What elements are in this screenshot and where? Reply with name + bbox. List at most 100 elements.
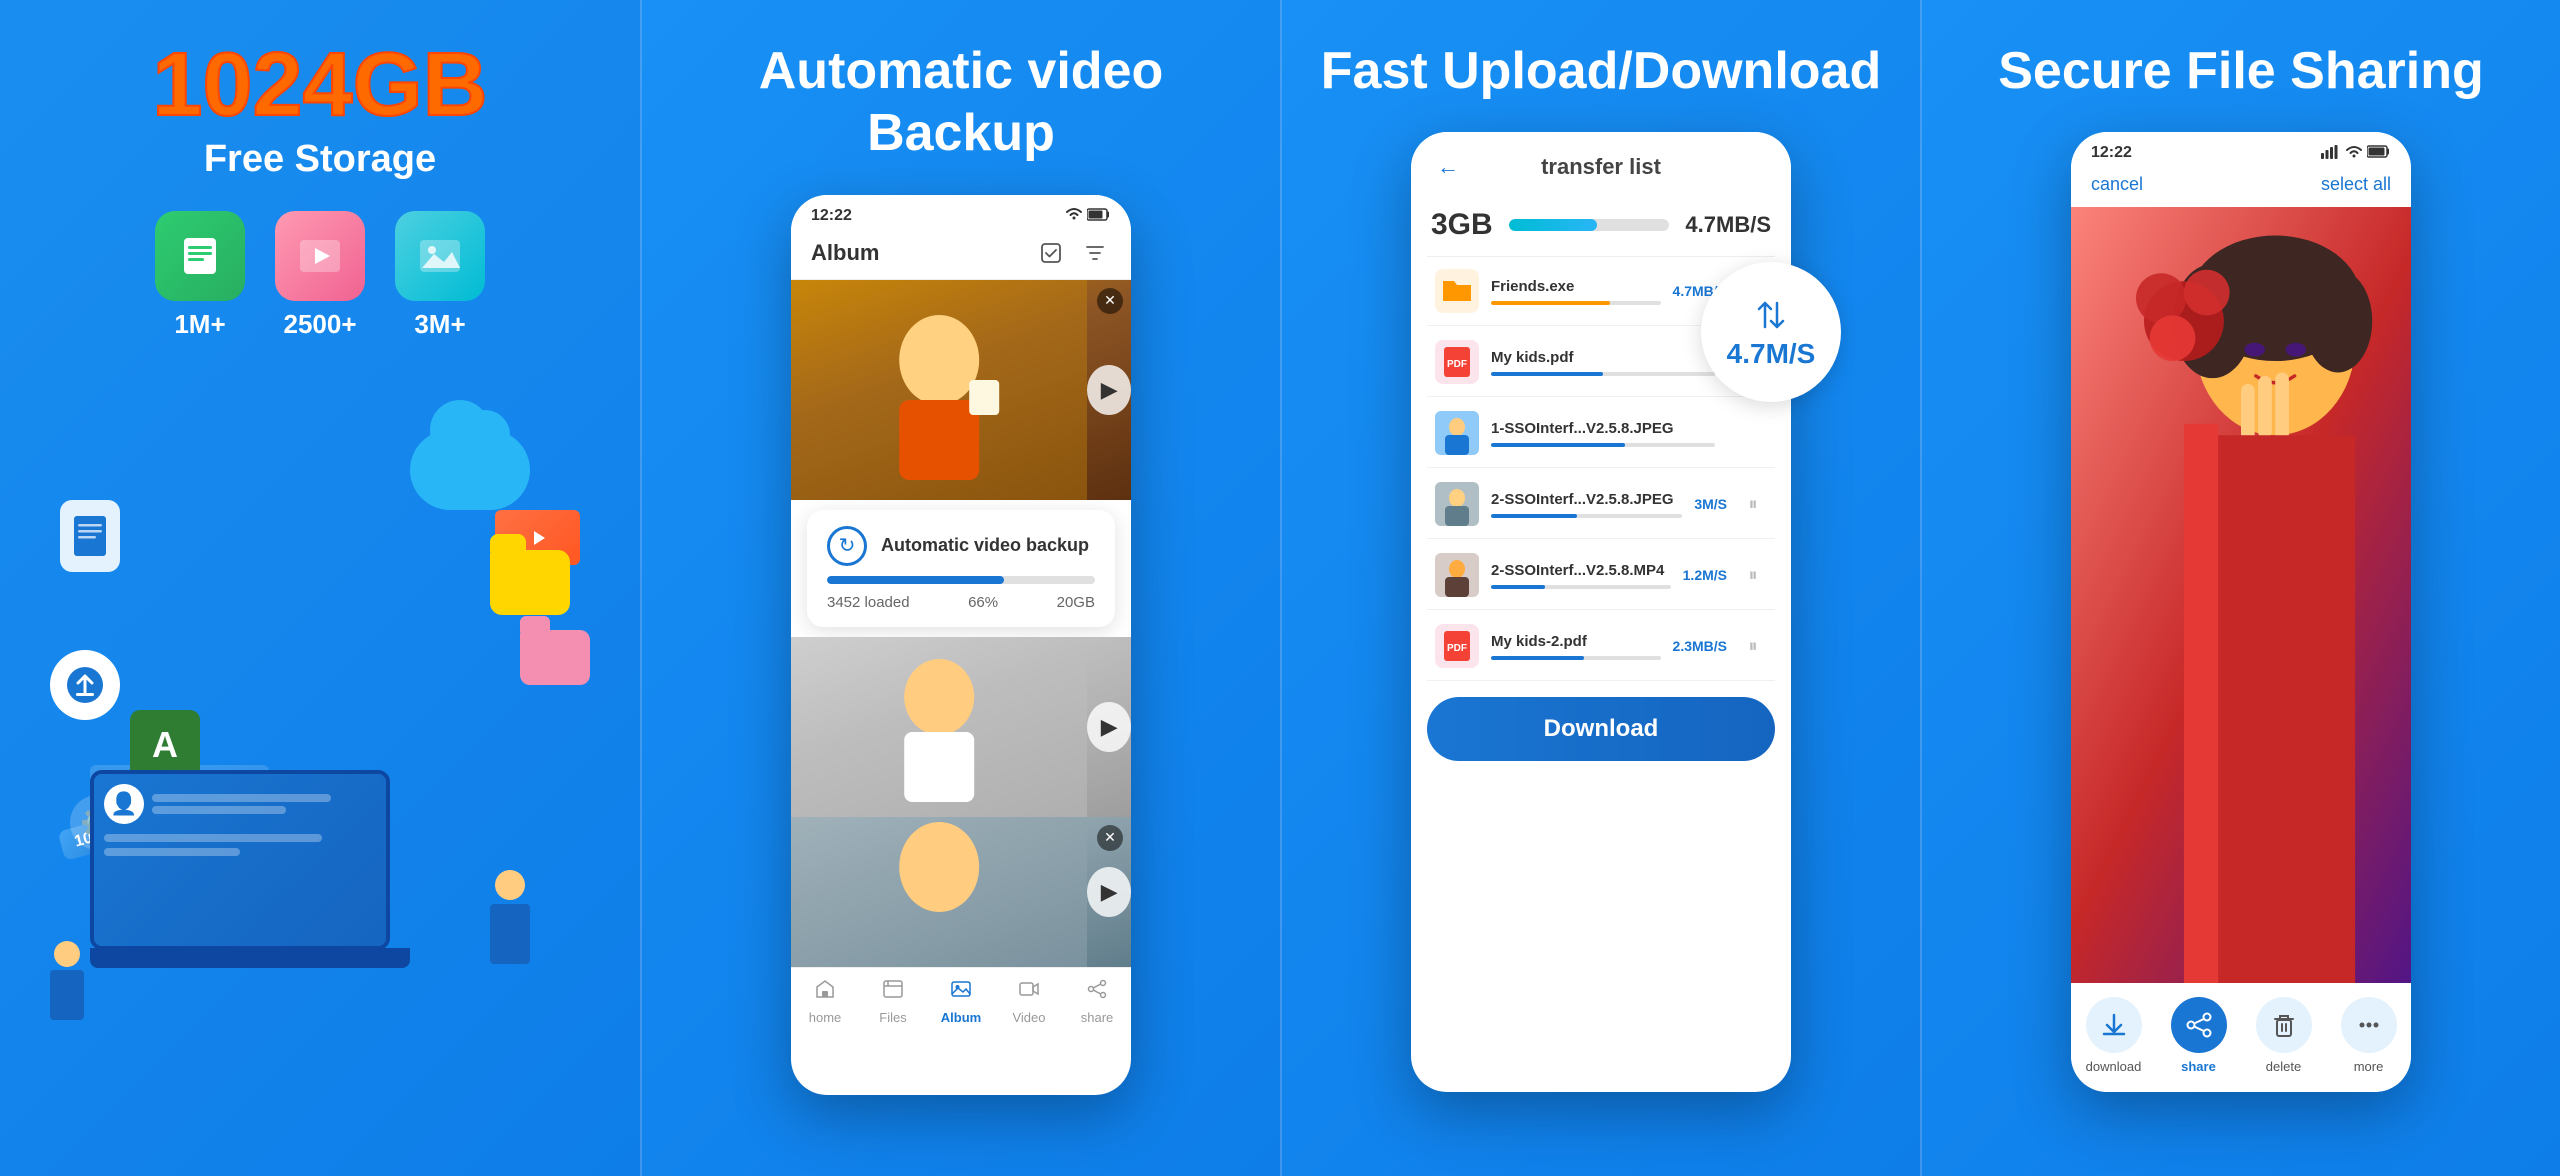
storage-illustration: 1024GB High speed download A ⚙️ 👤: [30, 350, 610, 1050]
cancel-button[interactable]: cancel: [2091, 174, 2143, 195]
album-top-icons: [1035, 237, 1111, 269]
backup-popup: ↻ Automatic video backup 3452 loaded 66%…: [807, 510, 1115, 627]
video-play-btn-1[interactable]: ▶: [1087, 365, 1131, 415]
icon-item-documents: 1M+: [155, 211, 245, 340]
delete-action-icon[interactable]: [2256, 997, 2312, 1053]
video-play-btn-2[interactable]: ▶: [1087, 702, 1131, 752]
transfer-file-item-3[interactable]: 1-SSOInterf...V2.5.8.JPEG: [1427, 399, 1775, 468]
transfer-file-item-4[interactable]: 2-SSOInterf...V2.5.8.JPEG 3M/S ⏸: [1427, 470, 1775, 539]
sharing-action-download[interactable]: download: [2086, 997, 2142, 1074]
laptop-screen-content: 👤: [94, 774, 386, 946]
download-action-icon[interactable]: [2086, 997, 2142, 1053]
file-progress-fill-5: [1491, 585, 1545, 589]
backup-refresh-icon: ↻: [827, 526, 867, 566]
file-progress-4: [1491, 514, 1682, 518]
home-nav-icon: [814, 978, 836, 1006]
file-progress-fill-1: [1491, 301, 1610, 305]
file-pause-btn-4[interactable]: ⏸: [1739, 490, 1767, 518]
laptop-illustration: 👤: [90, 770, 440, 990]
file-info-5: 2-SSOInterf...V2.5.8.MP4: [1491, 562, 1671, 589]
nav-home-label: home: [809, 1010, 842, 1025]
laptop-base: [90, 948, 410, 968]
file-info-1: Friends.exe: [1491, 278, 1661, 305]
transfer-arrows-icon: [1753, 297, 1789, 340]
icon-item-videos: 2500+: [275, 211, 365, 340]
transfer-back-btn[interactable]: ←: [1431, 150, 1465, 184]
sharing-wifi-icon: [2345, 145, 2363, 162]
video-nav-icon: [1018, 978, 1040, 1006]
transfer-speed-bar: 3GB 4.7MB/S: [1411, 198, 1791, 256]
nav-item-home[interactable]: home: [798, 978, 853, 1025]
panel-sharing: Secure File Sharing 12:22: [1920, 0, 2560, 1176]
share-nav-icon: [1086, 978, 1108, 1006]
nav-item-share[interactable]: share: [1070, 978, 1125, 1025]
nav-item-files[interactable]: Files: [866, 978, 921, 1025]
battery-icon: [1087, 208, 1111, 224]
nav-files-label: Files: [879, 1010, 906, 1025]
transfer-speed: 4.7MB/S: [1685, 212, 1771, 238]
sharing-photo: [2071, 207, 2411, 983]
storage-title: 1024GB: [152, 40, 487, 130]
share-action-icon[interactable]: [2171, 997, 2227, 1053]
video-close-btn-3[interactable]: ✕: [1097, 825, 1123, 851]
speed-badge-value: 4.7M/S: [1727, 340, 1816, 368]
nav-share-label: share: [1081, 1010, 1114, 1025]
transfer-size: 3GB: [1431, 208, 1493, 242]
pdf-file-icon-2: PDF: [1435, 624, 1479, 668]
backup-popup-row: ↻ Automatic video backup: [827, 526, 1095, 566]
files-nav-icon: [882, 978, 904, 1006]
video-backup-title: Automatic video Backup: [759, 40, 1164, 165]
file-pause-btn-6[interactable]: ⏸: [1739, 632, 1767, 660]
videos-icon: [275, 211, 365, 301]
float-doc-icon: [60, 500, 120, 572]
download-button[interactable]: Download: [1427, 697, 1775, 761]
cloud-icon: [410, 430, 530, 510]
laptop-screen: 👤: [90, 770, 390, 950]
backup-popup-title: Automatic video backup: [881, 535, 1089, 556]
file-progress-1: [1491, 301, 1661, 305]
upload-icon: [50, 650, 120, 720]
backup-progress-bar: [827, 576, 1095, 584]
sharing-action-delete[interactable]: delete: [2256, 997, 2312, 1074]
sharing-title: Secure File Sharing: [1998, 40, 2484, 102]
file-pause-btn-5[interactable]: ⏸: [1739, 561, 1767, 589]
album-nav-icon: [950, 978, 972, 1006]
video-thumb-face[interactable]: ✕ ▶: [791, 817, 1131, 967]
video-grid: ✕ ▶ ↻ Automatic video backup 3452 loaded…: [791, 280, 1131, 967]
sharing-action-share[interactable]: share: [2171, 997, 2227, 1074]
nav-item-video[interactable]: Video: [1002, 978, 1057, 1025]
speed-badge: 4.7M/S: [1701, 262, 1841, 402]
video-backup-phone: 12:22: [791, 195, 1131, 1095]
check-icon[interactable]: [1035, 237, 1067, 269]
video-close-btn[interactable]: ✕: [1097, 288, 1123, 314]
panel-transfer: Fast Upload/Download 4.7M/S ← transfer l…: [1280, 0, 1920, 1176]
share-action-label: share: [2181, 1059, 2216, 1074]
backup-loaded: 3452 loaded: [827, 594, 910, 611]
panel-video-backup: Automatic video Backup 12:22: [640, 0, 1280, 1176]
backup-progress-fill: [827, 576, 1004, 584]
documents-label: 1M+: [174, 309, 225, 340]
sharing-action-more[interactable]: more: [2341, 997, 2397, 1074]
transfer-file-item-5[interactable]: 2-SSOInterf...V2.5.8.MP4 1.2M/S ⏸: [1427, 541, 1775, 610]
file-progress-2: [1491, 372, 1715, 376]
video-play-btn-3[interactable]: ▶: [1087, 867, 1131, 917]
svg-text:PDF: PDF: [1447, 359, 1467, 370]
file-progress-fill-2: [1491, 372, 1603, 376]
file-info-2: My kids.pdf: [1491, 349, 1715, 376]
pdf-file-icon-1: PDF: [1435, 340, 1479, 384]
pink-folder-icon: [520, 630, 590, 685]
sharing-status-bar: 12:22: [2071, 132, 2411, 168]
more-action-icon[interactable]: [2341, 997, 2397, 1053]
sharing-bottom-bar: download share: [2071, 983, 2411, 1092]
transfer-file-item-6[interactable]: PDF My kids-2.pdf 2.3MB/S ⏸: [1427, 612, 1775, 681]
person-figure-1: [50, 941, 84, 1020]
file-pause-btn-3[interactable]: [1739, 419, 1767, 447]
transfer-bar-fill: [1509, 219, 1597, 231]
status-time: 12:22: [811, 207, 852, 225]
file-name-6: My kids-2.pdf: [1491, 633, 1661, 650]
nav-item-album[interactable]: Album: [934, 978, 989, 1025]
video-thumb-sitting[interactable]: ▶: [791, 637, 1131, 817]
select-all-button[interactable]: select all: [2321, 174, 2391, 195]
video-thumb-cafe[interactable]: ✕ ▶: [791, 280, 1131, 500]
filter-icon[interactable]: [1079, 237, 1111, 269]
